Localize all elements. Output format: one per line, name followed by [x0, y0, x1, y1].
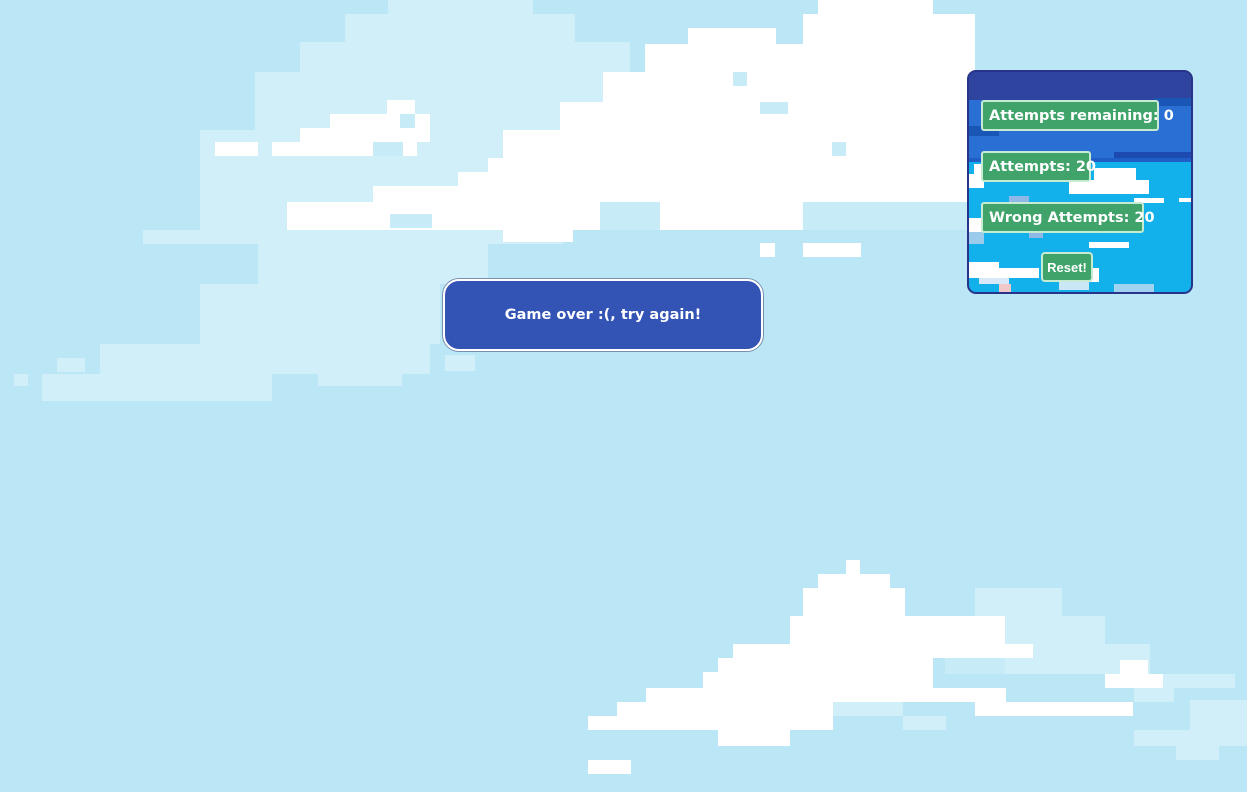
wrong-attempts-label: Wrong Attempts: 20 — [989, 209, 1155, 226]
attempts-label: Attempts: 20 — [989, 158, 1096, 175]
wrong-attempts-stat: Wrong Attempts: 20 — [981, 202, 1155, 233]
stats-panel: Attempts remaining: 0 Attempts: 20 Wrong… — [967, 70, 1193, 294]
attempts-remaining-stat: Attempts remaining: 0 — [981, 100, 1174, 131]
attempts-stat: Attempts: 20 — [981, 151, 1096, 182]
reset-button[interactable]: Reset! — [1041, 252, 1093, 282]
attempts-remaining-label: Attempts remaining: 0 — [989, 107, 1174, 124]
game-over-banner: Game over :(, try again! — [443, 279, 763, 351]
game-over-message: Game over :(, try again! — [504, 307, 702, 323]
